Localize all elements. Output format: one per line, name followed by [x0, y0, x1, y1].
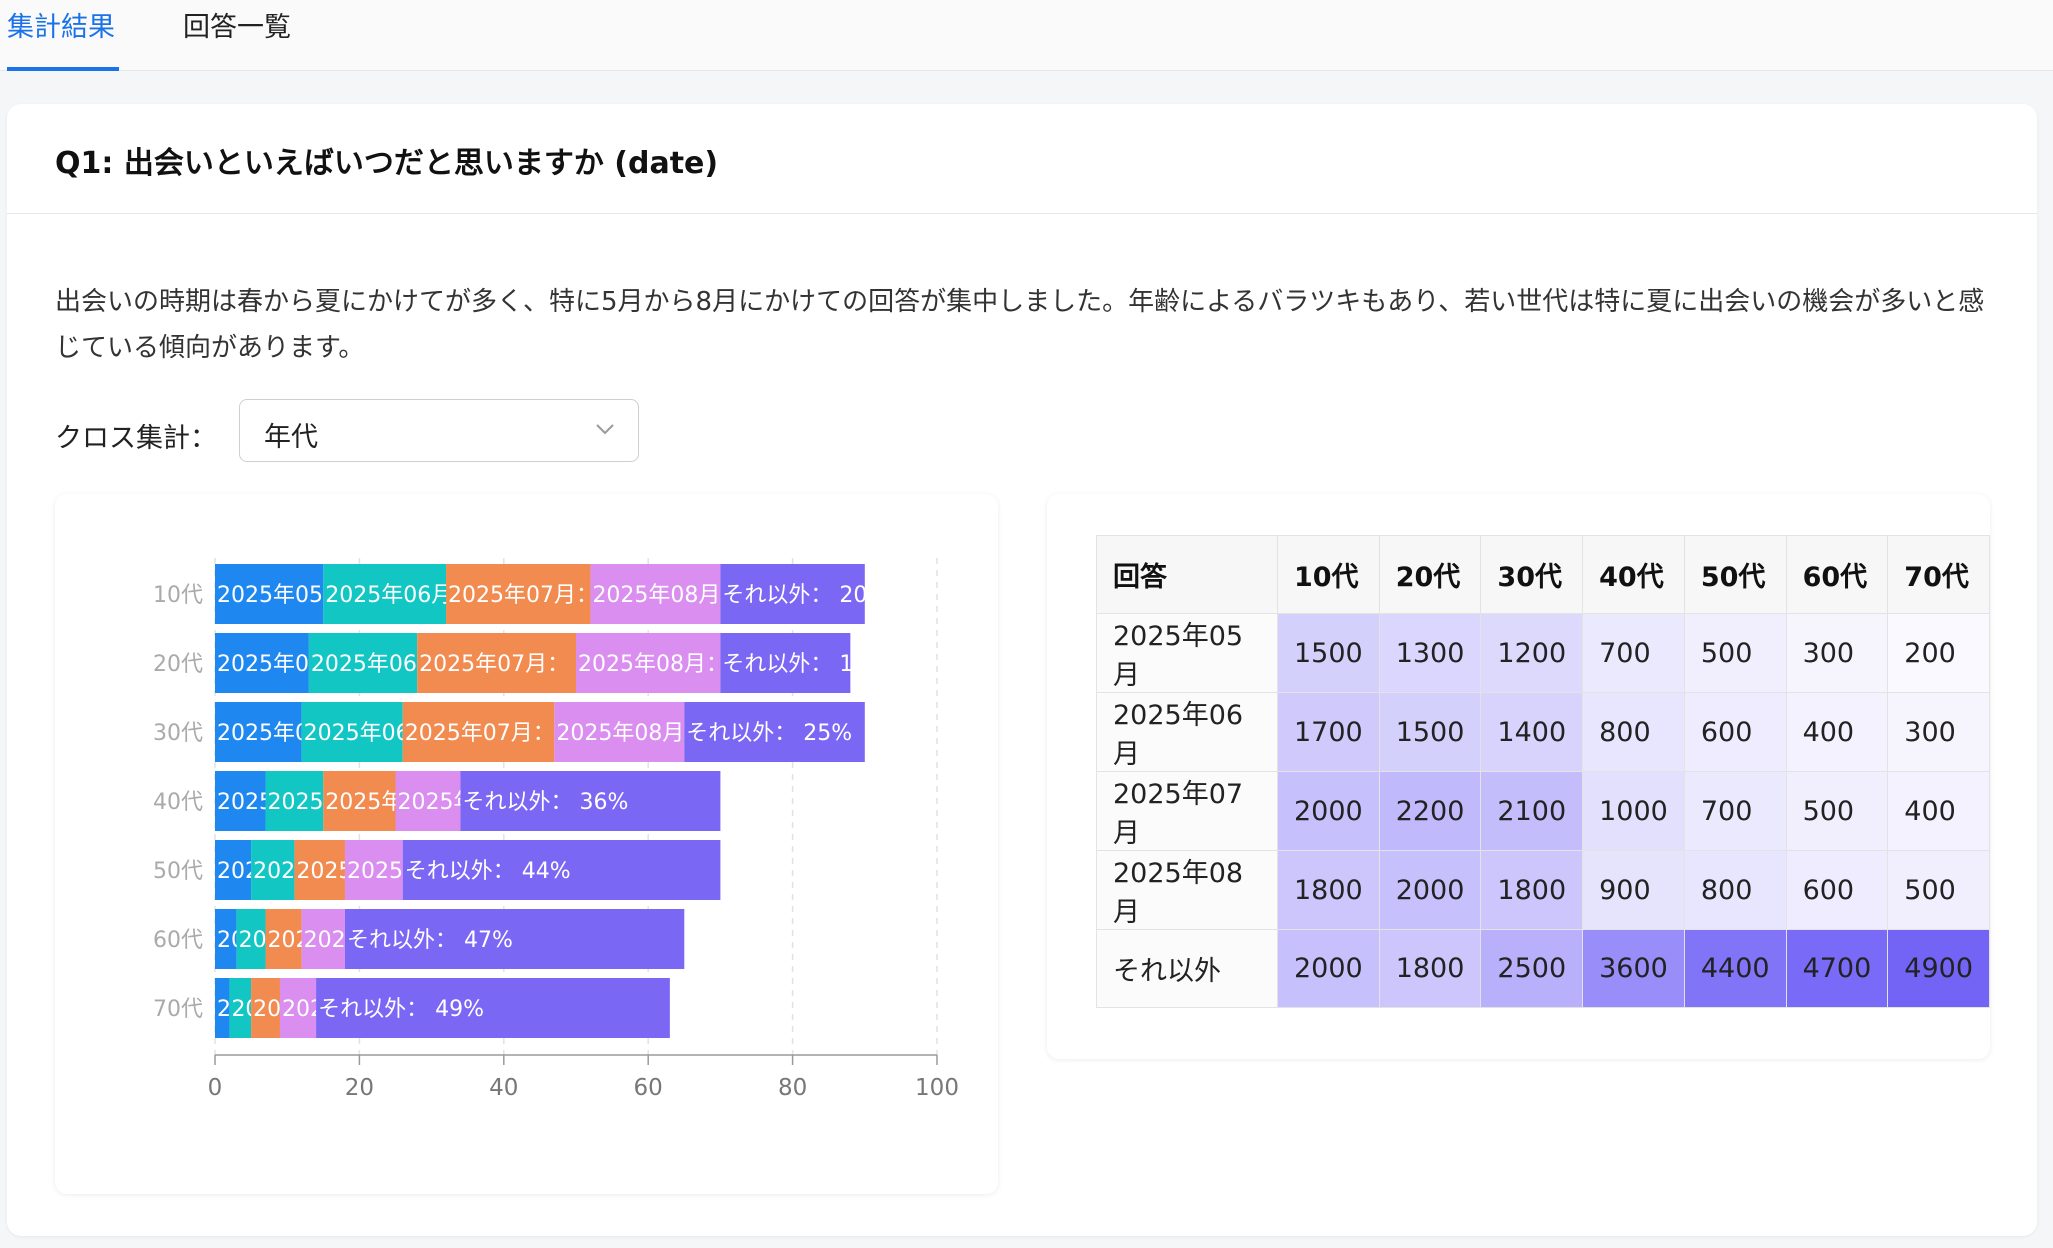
- table-cell: 4900: [1887, 929, 1990, 1008]
- table-cell: 1300: [1378, 613, 1482, 693]
- table-cell: 1400: [1480, 692, 1584, 772]
- column-header: 40代: [1582, 535, 1685, 614]
- table-cell: 2200: [1378, 771, 1482, 851]
- y-tick-label: 70代: [153, 997, 203, 1022]
- bar-data-label: それ以外： 36%: [462, 790, 628, 815]
- active-tab-indicator: [7, 67, 119, 71]
- chart-panel: 0 20 40 60 80 100 10代 2025年05月： 15% 2025年06月： 17…: [55, 494, 998, 1194]
- cross-tab-select[interactable]: 年代: [239, 399, 639, 462]
- table-row: 2025年08月 1800 2000 1800 900 800 600 500: [1096, 850, 1990, 930]
- y-tick-label: 50代: [153, 859, 203, 884]
- question-title: Q1: 出会いといえばいつだと思いますか (date): [55, 146, 719, 181]
- table-cell: 500: [1887, 850, 1990, 930]
- table-cell: 2000: [1276, 929, 1380, 1008]
- table-cell: 500: [1683, 613, 1787, 693]
- table-cell: 800: [1582, 692, 1685, 772]
- table-cell: 1800: [1378, 929, 1482, 1008]
- table-cell: 1800: [1480, 850, 1584, 930]
- column-header: 70代: [1887, 535, 1990, 614]
- x-tick-label: 60: [634, 1075, 663, 1101]
- table-cell: 600: [1785, 850, 1889, 930]
- table-row: 2025年07月 2000 2200 2100 1000 700 500 400: [1096, 771, 1990, 851]
- table-cell: 700: [1683, 771, 1787, 851]
- column-header: 20代: [1378, 535, 1482, 614]
- bar-data-label: それ以外： 18%: [722, 652, 888, 677]
- row-label: 2025年06月: [1096, 692, 1278, 772]
- column-header: 30代: [1480, 535, 1584, 614]
- table-header-row: 回答 10代 20代 30代 40代 50代 60代 70代: [1096, 535, 1990, 614]
- table-cell: 300: [1887, 692, 1990, 772]
- cross-tab-label: クロス集計：: [55, 423, 217, 454]
- table-cell: 200: [1887, 613, 1990, 693]
- table-cell: 900: [1582, 850, 1685, 930]
- table-cell: 1200: [1480, 613, 1584, 693]
- bar-data-label: それ以外： 47%: [347, 928, 513, 953]
- table-cell: 1700: [1276, 692, 1380, 772]
- chevron-down-icon: [596, 424, 614, 435]
- table-panel: 回答 10代 20代 30代 40代 50代 60代 70代 2025年05月 …: [1047, 494, 1990, 1059]
- table-cell: 400: [1785, 692, 1889, 772]
- tab-bar: 集計結果 回答一覧: [0, 0, 2053, 71]
- y-tick-label: 40代: [153, 790, 203, 815]
- tab-summary[interactable]: 集計結果: [7, 0, 115, 71]
- table-cell: 3600: [1582, 929, 1685, 1008]
- table-cell: 700: [1582, 613, 1685, 693]
- table-row: それ以外 2000 1800 2500 3600 4400 4700 4900: [1096, 929, 1990, 1008]
- row-label: 2025年07月: [1096, 771, 1278, 851]
- bar-data-label: それ以外： 20%: [722, 583, 888, 608]
- table-cell: 4700: [1785, 929, 1889, 1008]
- y-tick-label: 60代: [153, 928, 203, 953]
- y-tick-label: 10代: [153, 583, 203, 608]
- table-corner-header: 回答: [1096, 535, 1278, 614]
- x-tick-label: 0: [208, 1075, 223, 1101]
- x-tick-label: 40: [489, 1075, 518, 1101]
- row-label: それ以外: [1096, 929, 1278, 1008]
- table-cell: 1800: [1276, 850, 1380, 930]
- table-cell: 2100: [1480, 771, 1584, 851]
- table-cell: 2000: [1378, 850, 1482, 930]
- row-label: 2025年08月: [1096, 850, 1278, 930]
- column-header: 10代: [1276, 535, 1380, 614]
- question-card: Q1: 出会いといえばいつだと思いますか (date) 出会いの時期は春から夏に…: [7, 104, 2037, 1236]
- table-cell: 300: [1785, 613, 1889, 693]
- cross-table: 回答 10代 20代 30代 40代 50代 60代 70代 2025年05月 …: [1096, 535, 1990, 1008]
- table-cell: 1500: [1276, 613, 1380, 693]
- bar-data-label: それ以外： 25%: [686, 721, 852, 746]
- column-header: 60代: [1785, 535, 1889, 614]
- table-cell: 4400: [1683, 929, 1787, 1008]
- tab-answers[interactable]: 回答一覧: [183, 0, 291, 71]
- bar-data-label: それ以外： 44%: [405, 859, 571, 884]
- table-cell: 600: [1683, 692, 1787, 772]
- card-header: Q1: 出会いといえばいつだと思いますか (date): [7, 104, 2037, 214]
- table-row: 2025年06月 1700 1500 1400 800 600 400 300: [1096, 692, 1990, 772]
- stacked-bar-chart: 0 20 40 60 80 10010代 2025年05月： 15%2025年06月： 17…: [153, 558, 959, 1101]
- table-cell: 500: [1785, 771, 1889, 851]
- x-tick-label: 100: [915, 1075, 959, 1101]
- table-cell: 400: [1887, 771, 1990, 851]
- y-tick-label: 30代: [153, 721, 203, 746]
- table-row: 2025年05月 1500 1300 1200 700 500 300 200: [1096, 613, 1990, 693]
- table-cell: 1500: [1378, 692, 1482, 772]
- question-description: 出会いの時期は春から夏にかけてが多く、特に5月から8月にかけての回答が集中しまし…: [55, 287, 1985, 363]
- bar-data-label: それ以外： 49%: [318, 997, 484, 1022]
- table-cell: 2500: [1480, 929, 1584, 1008]
- table-cell: 800: [1683, 850, 1787, 930]
- column-header: 50代: [1683, 535, 1787, 614]
- x-tick-label: 80: [778, 1075, 807, 1101]
- y-tick-label: 20代: [153, 652, 203, 677]
- table-cell: 2000: [1276, 771, 1380, 851]
- cross-tab-select-value: 年代: [264, 422, 318, 453]
- x-tick-label: 20: [345, 1075, 374, 1101]
- table-cell: 1000: [1582, 771, 1685, 851]
- row-label: 2025年05月: [1096, 613, 1278, 693]
